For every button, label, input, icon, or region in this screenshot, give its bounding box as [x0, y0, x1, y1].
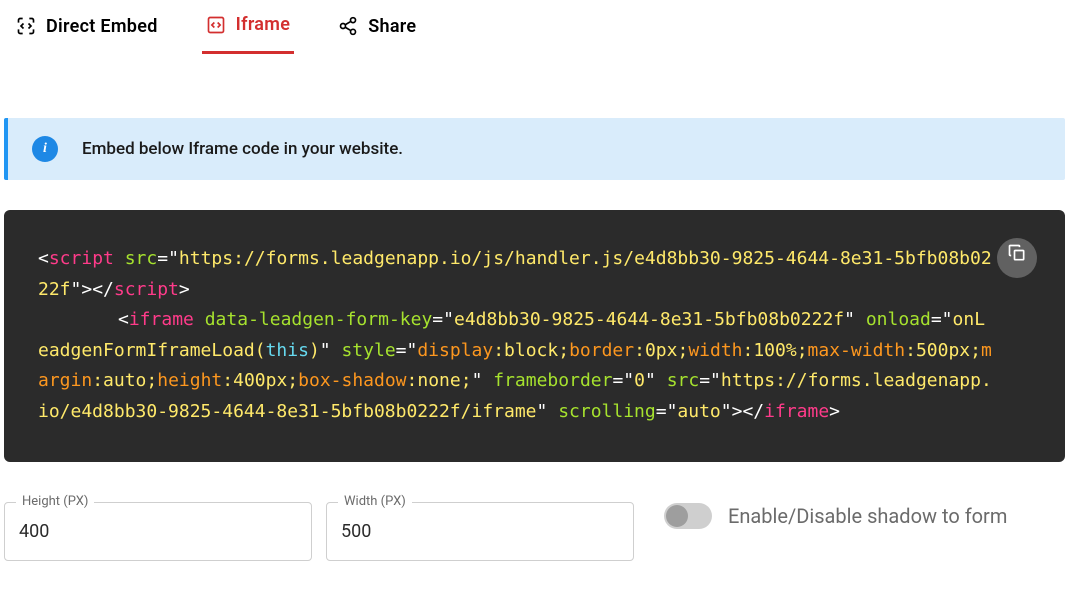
- code-embed-icon: [16, 16, 36, 36]
- info-icon: i: [32, 136, 58, 162]
- tab-label: Share: [368, 16, 416, 37]
- shadow-toggle[interactable]: [664, 503, 712, 529]
- shadow-toggle-row: Enable/Disable shadow to form: [664, 502, 1007, 530]
- height-input[interactable]: [4, 502, 312, 561]
- size-controls: Height (PX) Width (PX) Enable/Disable sh…: [4, 502, 1065, 561]
- tab-share[interactable]: Share: [334, 2, 420, 53]
- shadow-toggle-label: Enable/Disable shadow to form: [728, 502, 1007, 530]
- tab-label: Iframe: [236, 14, 291, 35]
- tab-label: Direct Embed: [46, 16, 158, 37]
- iframe-icon: [206, 15, 226, 35]
- embed-tabs: Direct Embed Iframe Share: [0, 0, 1069, 54]
- embed-code-block: <script src="https://forms.leadgenapp.io…: [4, 210, 1065, 462]
- info-banner: i Embed below Iframe code in your websit…: [4, 118, 1065, 180]
- copy-icon: [1007, 243, 1027, 274]
- width-label: Width (PX): [338, 494, 412, 509]
- info-banner-text: Embed below Iframe code in your website.: [82, 139, 403, 159]
- embed-code-text: <script src="https://forms.leadgenapp.io…: [38, 244, 995, 428]
- share-icon: [338, 16, 358, 36]
- tab-iframe[interactable]: Iframe: [202, 0, 295, 54]
- height-field-wrap: Height (PX): [4, 502, 312, 561]
- height-label: Height (PX): [16, 494, 94, 509]
- copy-button[interactable]: [997, 238, 1037, 278]
- tab-direct-embed[interactable]: Direct Embed: [12, 2, 162, 53]
- width-field-wrap: Width (PX): [326, 502, 634, 561]
- toggle-knob: [666, 505, 688, 527]
- width-input[interactable]: [326, 502, 634, 561]
